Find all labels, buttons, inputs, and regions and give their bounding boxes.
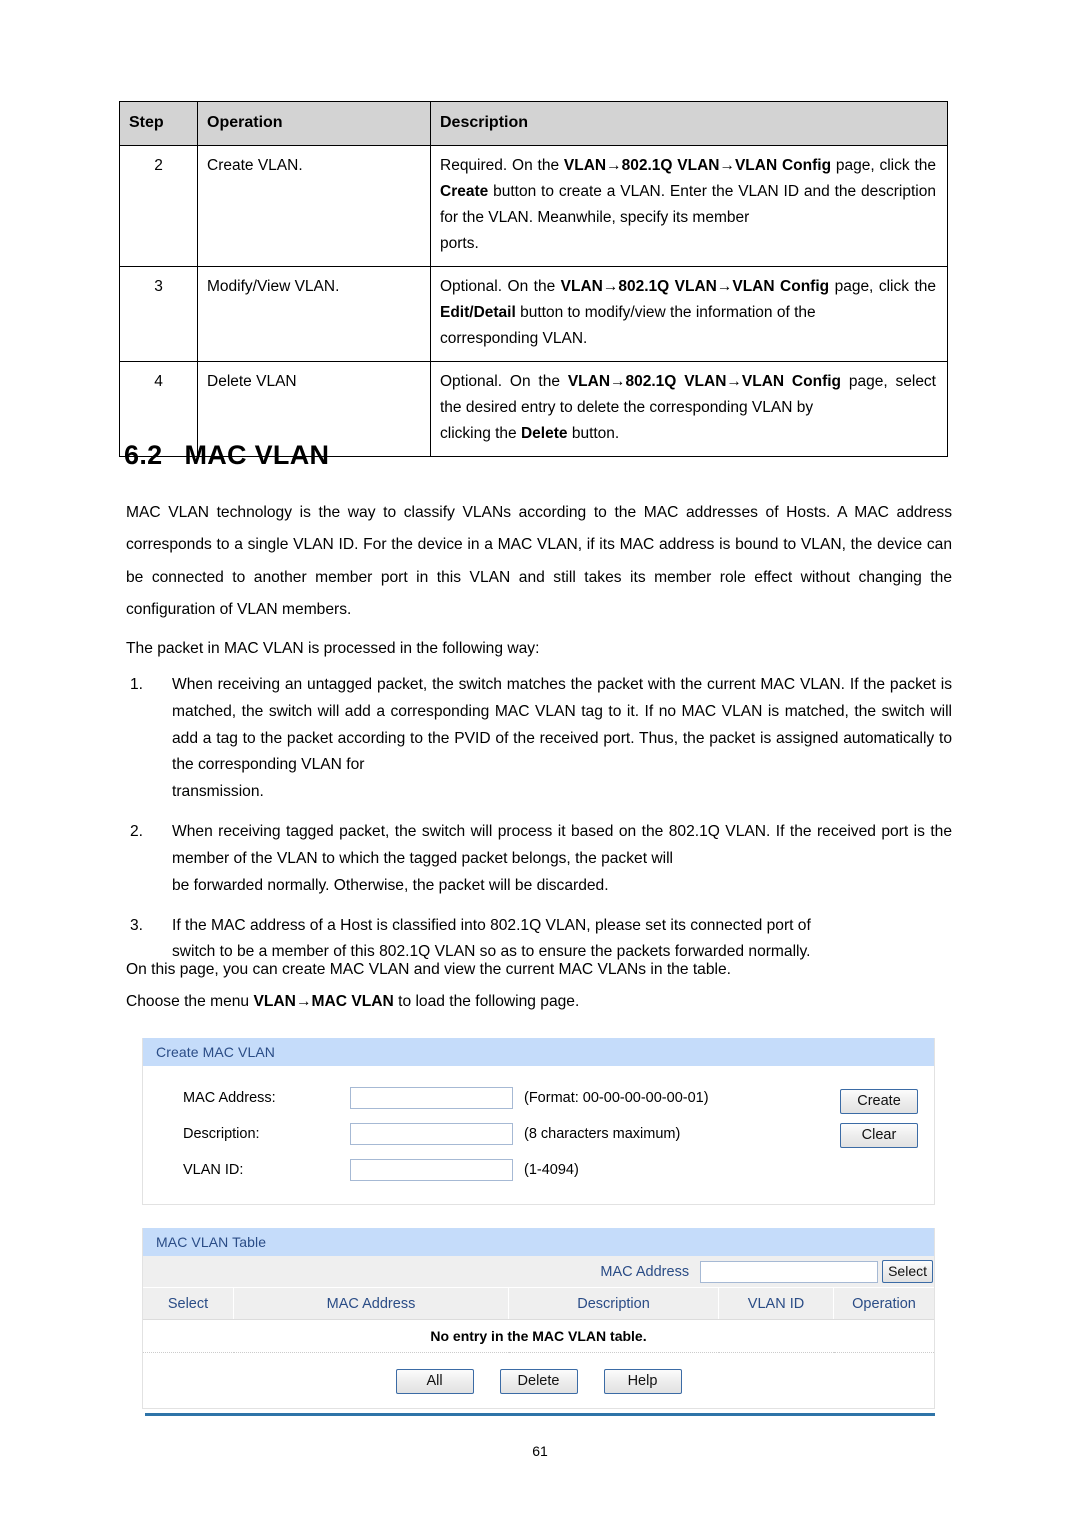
vlan-id-label: VLAN ID: bbox=[183, 1162, 244, 1178]
vlan-id-input[interactable] bbox=[350, 1159, 513, 1181]
cell-step: 2 bbox=[119, 144, 198, 268]
vlan-steps-table: Step Operation Description 2 Create VLAN… bbox=[119, 101, 948, 458]
list-item: 1. When receiving an untagged packet, th… bbox=[126, 672, 952, 806]
panel-gap bbox=[142, 1205, 935, 1228]
select-button[interactable]: Select bbox=[882, 1260, 933, 1283]
empty-table-message: No entry in the MAC VLAN table. bbox=[143, 1319, 934, 1353]
page-number: 61 bbox=[532, 1443, 548, 1459]
mac-address-label: MAC Address: bbox=[183, 1090, 276, 1106]
mac-address-input[interactable] bbox=[350, 1087, 513, 1109]
paragraph-processed-way: The packet in MAC VLAN is processed in t… bbox=[126, 640, 540, 657]
vlan-id-hint: (1-4094) bbox=[524, 1162, 579, 1178]
create-panel-title: Create MAC VLAN bbox=[143, 1038, 934, 1066]
footer-divider bbox=[145, 1413, 935, 1416]
cell-description: Optional. On the VLAN→802.1Q VLAN→VLAN C… bbox=[430, 265, 948, 363]
table-empty-row: No entry in the MAC VLAN table. bbox=[143, 1319, 934, 1353]
form-row-description: Description: (8 characters maximum) bbox=[143, 1116, 934, 1152]
table-search-row: MAC Address Select bbox=[143, 1256, 934, 1288]
document-page: Step Operation Description 2 Create VLAN… bbox=[0, 0, 1080, 1527]
column-header-operation: Operation bbox=[833, 1288, 934, 1320]
column-header-vlan-id: VLAN ID bbox=[718, 1288, 834, 1320]
list-marker: 1. bbox=[130, 676, 144, 693]
table-row: 2 Create VLAN. Required. On the VLAN→802… bbox=[119, 144, 948, 268]
search-input[interactable] bbox=[700, 1260, 879, 1283]
cell-operation: Modify/View VLAN. bbox=[197, 265, 431, 363]
description-hint: (8 characters maximum) bbox=[524, 1126, 681, 1142]
table-panel-title: MAC VLAN Table bbox=[143, 1228, 934, 1256]
form-row-vlan-id: VLAN ID: (1-4094) bbox=[143, 1152, 934, 1188]
cell-description: Optional. On the VLAN→802.1Q VLAN→VLAN C… bbox=[430, 361, 948, 458]
column-header-select: Select bbox=[143, 1288, 234, 1320]
description-label: Description: bbox=[183, 1126, 260, 1142]
help-button[interactable]: Help bbox=[603, 1369, 682, 1394]
paragraph-choose-menu: Choose the menu VLAN→MAC VLAN to load th… bbox=[126, 990, 952, 1015]
list-item-text: If the MAC address of a Host is classifi… bbox=[172, 916, 811, 934]
delete-button[interactable]: Delete bbox=[499, 1369, 578, 1394]
list-item-text: When receiving an untagged packet, the s… bbox=[172, 676, 952, 774]
column-header-operation: Operation bbox=[197, 101, 431, 146]
choose-menu-prefix: Choose the menu bbox=[126, 993, 254, 1010]
embedded-web-ui-screenshot: Create MAC VLAN MAC Address: (Format: 00… bbox=[142, 1038, 935, 1409]
list-item-text: When receiving tagged packet, the switch… bbox=[172, 823, 952, 867]
choose-menu-suffix: to load the following page. bbox=[393, 993, 580, 1010]
create-panel-actions: Create Clear bbox=[840, 1089, 918, 1148]
section-number: 6.2 bbox=[124, 440, 163, 470]
create-mac-vlan-panel: Create MAC VLAN MAC Address: (Format: 00… bbox=[142, 1038, 935, 1205]
table-panel-actions: All Delete Help bbox=[143, 1353, 934, 1408]
column-header-mac-address: MAC Address bbox=[233, 1288, 509, 1320]
description-last-line: corresponding VLAN. bbox=[440, 330, 588, 348]
table-header-row: Step Operation Description bbox=[119, 101, 948, 146]
cell-description: Required. On the VLAN→802.1Q VLAN→VLAN C… bbox=[430, 144, 948, 268]
description-rich-text: Optional. On the VLAN→802.1Q VLAN→VLAN C… bbox=[440, 373, 936, 417]
choose-menu-path: VLAN→MAC VLAN bbox=[253, 993, 394, 1010]
create-button[interactable]: Create bbox=[840, 1089, 918, 1114]
create-panel-body: MAC Address: (Format: 00-00-00-00-00-01)… bbox=[143, 1066, 934, 1204]
description-last-line: ports. bbox=[440, 234, 479, 252]
table-header-row: Select MAC Address Description VLAN ID O… bbox=[143, 1288, 934, 1320]
all-button[interactable]: All bbox=[395, 1369, 474, 1394]
cell-operation: Create VLAN. bbox=[197, 144, 431, 268]
list-item: 2. When receiving tagged packet, the swi… bbox=[126, 819, 952, 899]
cell-step: 3 bbox=[119, 265, 198, 363]
packet-processing-list: 1. When receiving an untagged packet, th… bbox=[126, 672, 952, 979]
section-heading: 6.2 MAC VLAN bbox=[124, 440, 329, 471]
list-item-last-line: transmission. bbox=[172, 783, 264, 801]
paragraph-intro: MAC VLAN technology is the way to classi… bbox=[126, 504, 952, 619]
section-title: MAC VLAN bbox=[184, 440, 330, 470]
description-rich-text: Optional. On the VLAN→802.1Q VLAN→VLAN C… bbox=[440, 278, 936, 322]
description-input[interactable] bbox=[350, 1123, 513, 1145]
description-last-line: clicking the Delete button. bbox=[440, 425, 620, 443]
form-row-mac-address: MAC Address: (Format: 00-00-00-00-00-01) bbox=[143, 1080, 934, 1116]
list-marker: 3. bbox=[130, 916, 144, 934]
column-header-description: Description bbox=[430, 101, 948, 146]
mac-vlan-entries-table: Select MAC Address Description VLAN ID O… bbox=[143, 1288, 934, 1353]
column-header-step: Step bbox=[119, 101, 198, 146]
column-header-description: Description bbox=[508, 1288, 719, 1320]
description-rich-text: Required. On the VLAN→802.1Q VLAN→VLAN C… bbox=[440, 156, 936, 226]
mac-address-hint: (Format: 00-00-00-00-00-01) bbox=[524, 1090, 709, 1106]
list-marker: 2. bbox=[130, 823, 144, 841]
list-item-last-line: be forwarded normally. Otherwise, the pa… bbox=[172, 876, 609, 894]
search-label: MAC Address bbox=[600, 1263, 690, 1280]
table-row: 3 Modify/View VLAN. Optional. On the VLA… bbox=[119, 265, 948, 363]
paragraph-on-this-page: On this page, you can create MAC VLAN an… bbox=[126, 961, 731, 978]
clear-button[interactable]: Clear bbox=[840, 1123, 918, 1148]
mac-vlan-table-panel: MAC VLAN Table MAC Address Select Select… bbox=[142, 1228, 935, 1409]
